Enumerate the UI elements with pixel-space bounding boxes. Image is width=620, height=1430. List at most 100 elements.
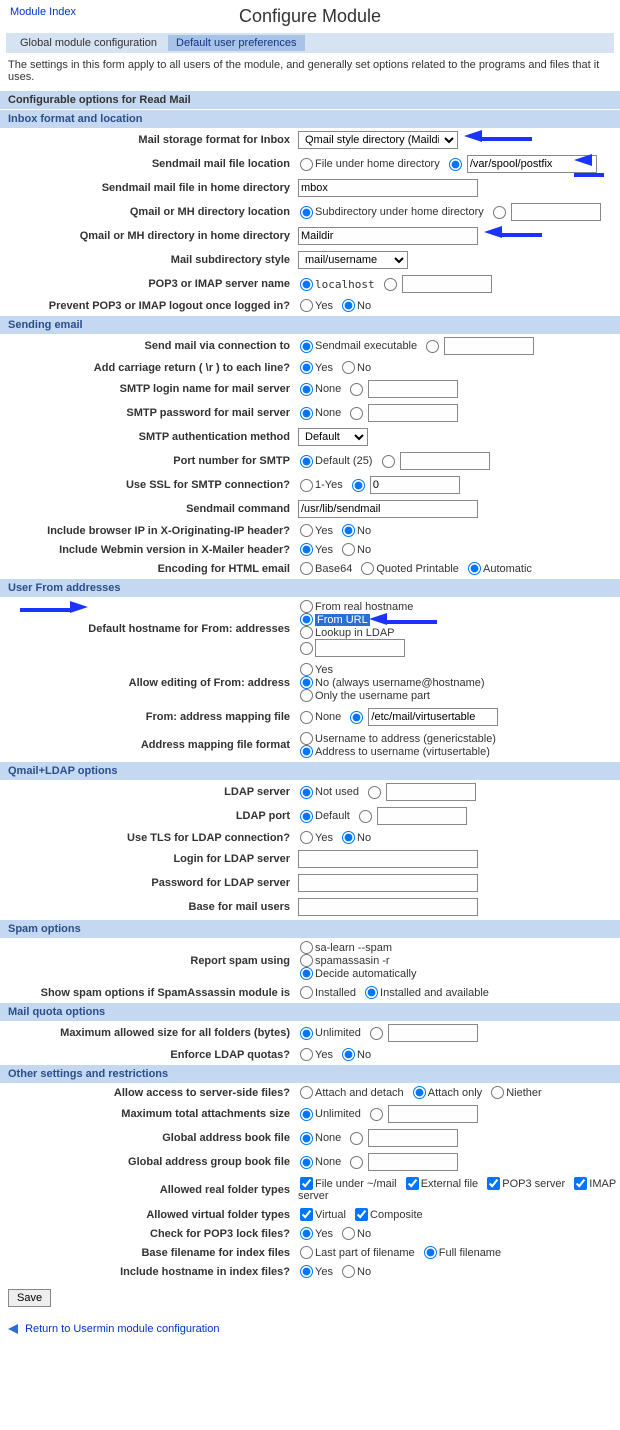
radio-pop3-localhost[interactable] <box>300 278 313 291</box>
input-quota-val[interactable] <box>388 1024 478 1042</box>
select-smtp-auth[interactable]: Default <box>298 428 368 446</box>
radio-ldap-tls-no[interactable] <box>342 831 355 844</box>
input-ldap-pass[interactable] <box>298 874 478 892</box>
input-smtp-pass[interactable] <box>368 404 458 422</box>
input-qmail-home-dir[interactable] <box>298 227 478 245</box>
radio-ldap-port-default[interactable] <box>300 810 313 823</box>
back-link[interactable]: Return to Usermin module configuration <box>25 1323 219 1335</box>
radio-mapfmt-generic[interactable] <box>300 732 313 745</box>
radio-inclhost-no[interactable] <box>342 1265 355 1278</box>
select-mail-subdir-style[interactable]: mail/username <box>298 251 408 269</box>
check-rf-ext[interactable] <box>406 1177 419 1190</box>
radio-ssl-val[interactable] <box>352 479 365 492</box>
input-addrgroup[interactable] <box>368 1153 458 1171</box>
input-qmail-other[interactable] <box>511 203 601 221</box>
radio-enforce-no[interactable] <box>342 1048 355 1061</box>
radio-spam-auto[interactable] <box>300 967 313 980</box>
radio-spam-installed[interactable] <box>300 986 313 999</box>
radio-xorig-no[interactable] <box>342 524 355 537</box>
radio-prevent-yes[interactable] <box>300 299 313 312</box>
module-index-link[interactable]: Module Index <box>10 6 76 18</box>
radio-smtp-login-val[interactable] <box>350 383 363 396</box>
radio-qmail-other[interactable] <box>493 206 506 219</box>
radio-pop3-other[interactable] <box>384 278 397 291</box>
radio-mapfmt-virt[interactable] <box>300 745 313 758</box>
radio-send-sendmail[interactable] <box>300 340 313 353</box>
radio-addrbook-none[interactable] <box>300 1132 313 1145</box>
radio-fromhost-ldap[interactable] <box>300 626 313 639</box>
input-ldap-server[interactable] <box>386 783 476 801</box>
tab-default-prefs[interactable]: Default user preferences <box>168 35 304 51</box>
input-pop3-other[interactable] <box>402 275 492 293</box>
radio-enc-qp[interactable] <box>361 562 374 575</box>
radio-lock-yes[interactable] <box>300 1227 313 1240</box>
radio-cr-yes[interactable] <box>300 361 313 374</box>
input-ldap-port[interactable] <box>377 807 467 825</box>
radio-ldap-server-val[interactable] <box>368 786 381 799</box>
input-maxattach[interactable] <box>388 1105 478 1123</box>
radio-fromhost-real[interactable] <box>300 600 313 613</box>
radio-smtp-pass-none[interactable] <box>300 407 313 420</box>
radio-editfrom-no[interactable] <box>300 676 313 689</box>
radio-xorig-yes[interactable] <box>300 524 313 537</box>
radio-maxattach-unlimited[interactable] <box>300 1108 313 1121</box>
select-mail-storage[interactable]: Qmail style directory (Maildir) <box>298 131 458 149</box>
input-sendmail-path[interactable] <box>467 155 597 173</box>
radio-qmail-subdir[interactable] <box>300 206 313 219</box>
radio-spam-available[interactable] <box>365 986 378 999</box>
radio-smtp-login-none[interactable] <box>300 383 313 396</box>
check-rf-file[interactable] <box>300 1177 313 1190</box>
radio-maxattach-val[interactable] <box>370 1108 383 1121</box>
check-vf-composite[interactable] <box>355 1208 368 1221</box>
check-rf-imap[interactable] <box>574 1177 587 1190</box>
radio-fromhost-other[interactable] <box>300 642 313 655</box>
radio-sendmail-path[interactable] <box>449 158 462 171</box>
radio-mapfile-none[interactable] <box>300 711 313 724</box>
radio-enforce-yes[interactable] <box>300 1048 313 1061</box>
radio-quota-unlimited[interactable] <box>300 1027 313 1040</box>
radio-mapfile-val[interactable] <box>350 711 363 724</box>
radio-baseidx-last[interactable] <box>300 1246 313 1259</box>
tab-global-config[interactable]: Global module configuration <box>12 35 165 51</box>
input-sendmail-home-file[interactable] <box>298 179 478 197</box>
input-ssl-val[interactable] <box>370 476 460 494</box>
input-mapfile[interactable] <box>368 708 498 726</box>
check-vf-virtual[interactable] <box>300 1208 313 1221</box>
radio-smtp-port-default[interactable] <box>300 455 313 468</box>
input-smtp-login[interactable] <box>368 380 458 398</box>
radio-fromhost-url[interactable] <box>300 613 313 626</box>
input-send-other[interactable] <box>444 337 534 355</box>
radio-xmailer-no[interactable] <box>342 543 355 556</box>
radio-addrgroup-none[interactable] <box>300 1156 313 1169</box>
radio-inclhost-yes[interactable] <box>300 1265 313 1278</box>
input-ldap-base[interactable] <box>298 898 478 916</box>
radio-smtp-pass-val[interactable] <box>350 407 363 420</box>
radio-addrbook-val[interactable] <box>350 1132 363 1145</box>
radio-spam-sa[interactable] <box>300 954 313 967</box>
radio-send-other[interactable] <box>426 340 439 353</box>
radio-sf-neither[interactable] <box>491 1086 504 1099</box>
radio-ldap-server-none[interactable] <box>300 786 313 799</box>
radio-cr-no[interactable] <box>342 361 355 374</box>
radio-spam-salearn[interactable] <box>300 941 313 954</box>
radio-sendmail-home[interactable] <box>300 158 313 171</box>
check-rf-pop3[interactable] <box>487 1177 500 1190</box>
radio-lock-no[interactable] <box>342 1227 355 1240</box>
radio-ssl-yes[interactable] <box>300 479 313 492</box>
radio-editfrom-user[interactable] <box>300 689 313 702</box>
radio-enc-auto[interactable] <box>468 562 481 575</box>
save-button[interactable]: Save <box>8 1289 51 1307</box>
input-ldap-login[interactable] <box>298 850 478 868</box>
radio-quota-val[interactable] <box>370 1027 383 1040</box>
radio-ldap-tls-yes[interactable] <box>300 831 313 844</box>
radio-prevent-no[interactable] <box>342 299 355 312</box>
radio-sf-attach[interactable] <box>413 1086 426 1099</box>
radio-enc-base64[interactable] <box>300 562 313 575</box>
radio-addrgroup-val[interactable] <box>350 1156 363 1169</box>
radio-sf-detach[interactable] <box>300 1086 313 1099</box>
radio-smtp-port-val[interactable] <box>382 455 395 468</box>
input-addrbook[interactable] <box>368 1129 458 1147</box>
radio-xmailer-yes[interactable] <box>300 543 313 556</box>
radio-editfrom-yes[interactable] <box>300 663 313 676</box>
input-fromhost-other[interactable] <box>315 639 405 657</box>
